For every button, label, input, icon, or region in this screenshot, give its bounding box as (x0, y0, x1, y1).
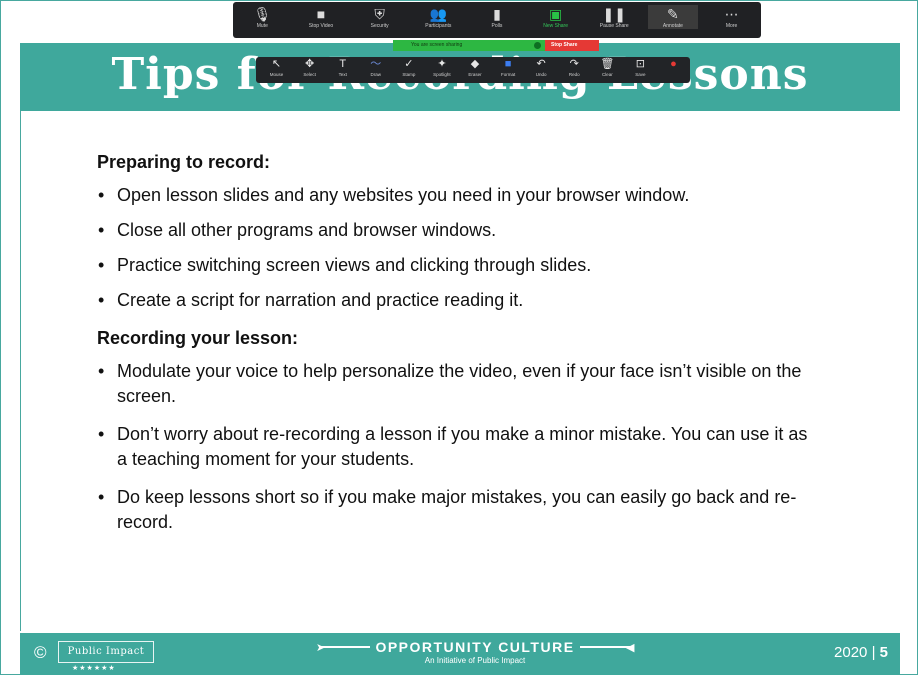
close-icon: ● (670, 58, 677, 70)
undo-icon: ↶ (536, 58, 546, 70)
logo-stars: ★★★★★★ (72, 665, 116, 672)
stamp-label: Stamp (402, 72, 416, 77)
mouse-pointer-icon: ↖ (271, 58, 282, 70)
new-share-button[interactable]: ▣ New Share (531, 5, 581, 29)
slide-footer: © Public Impact ★★★★★★ ➤ OPPORTUNITY CUL… (20, 633, 900, 675)
bullet-item: Close all other programs and browser win… (97, 218, 887, 243)
select-tool-button[interactable]: ✥ Select (293, 57, 326, 77)
footer-year: 2020 (834, 644, 868, 661)
eraser-tool-button[interactable]: ◆ Eraser (458, 57, 491, 77)
video-camera-icon: ■ (316, 6, 326, 22)
more-button[interactable]: ⋯ More (707, 5, 757, 29)
mute-label: Mute (256, 23, 268, 29)
section-heading-recording: Recording your lesson: (97, 328, 299, 348)
more-label: More (725, 23, 738, 29)
format-tool-button[interactable]: ■ Format (492, 57, 525, 77)
new-share-label: New Share (543, 23, 568, 29)
select-move-icon: ✥ (305, 58, 315, 70)
eraser-icon: ◆ (470, 58, 480, 70)
pencil-icon: ✎ (667, 6, 679, 22)
stop-video-label: Stop Video (308, 23, 334, 29)
redo-button[interactable]: ↷ Redo (558, 57, 591, 77)
public-impact-logo: Public Impact (58, 641, 154, 663)
participants-label: Participants (425, 23, 452, 29)
arrow-head-icon: ◀ (626, 642, 635, 654)
shield-icon: ⛨ (374, 6, 385, 22)
bullet-item: Modulate your voice to help personalize … (97, 359, 817, 409)
sharing-status-text: You are screen sharing (411, 42, 463, 48)
spotlight-tool-button[interactable]: ✦ Spotlight (425, 57, 458, 77)
mouse-tool-button[interactable]: ↖ Mouse (260, 57, 293, 77)
bullet-item: Create a script for narration and practi… (97, 288, 887, 313)
pause-icon: ❚❚ (602, 6, 626, 22)
save-label: Save (635, 72, 646, 77)
oc-subtitle: An Initiative of Public Impact (424, 656, 526, 665)
footer-separator: | (871, 644, 876, 661)
pause-share-label: Pause Share (599, 23, 629, 29)
spotlight-label: Spotlight (433, 72, 451, 77)
draw-tool-button[interactable]: 〜 Draw (359, 57, 392, 77)
sharing-indicator-icon (534, 42, 541, 49)
select-label: Select (303, 72, 316, 77)
annotate-label: Annotate (662, 23, 683, 29)
zoom-meeting-toolbar: 🎙 Mute ■ Stop Video ⛨ Security 👥 Partici… (233, 2, 761, 38)
microphone-icon: 🎙 (253, 6, 272, 22)
bullet-item: Don’t worry about re-recording a lesson … (97, 422, 817, 472)
format-color-icon: ■ (504, 58, 512, 70)
undo-label: Undo (535, 72, 547, 77)
save-button[interactable]: ⊡ Save (624, 57, 657, 77)
more-dots-icon: ⋯ (724, 6, 739, 22)
security-button[interactable]: ⛨ Security (355, 5, 405, 29)
copyright-symbol: © (34, 643, 47, 662)
bullet-list-recording: Modulate your voice to help personalize … (97, 359, 887, 535)
presentation-slide: Tips for Recording Lessons Preparing to … (0, 0, 918, 675)
security-label: Security (370, 23, 389, 29)
text-icon: T (339, 58, 347, 70)
stop-share-label: Stop Share (551, 42, 578, 48)
clear-label: Clear (601, 72, 613, 77)
participants-icon: 👥 (429, 6, 448, 22)
page-number: 2020 | 5 (834, 644, 888, 661)
mouse-label: Mouse (269, 72, 284, 77)
footer-page: 5 (879, 644, 888, 661)
bullet-item: Practice switching screen views and clic… (97, 253, 887, 278)
spotlight-icon: ✦ (437, 58, 447, 70)
bullet-item: Do keep lessons short so if you make maj… (97, 485, 817, 535)
bullet-list-preparing: Open lesson slides and any websites you … (97, 183, 887, 313)
opportunity-culture-logo: OPPORTUNITY CULTURE An Initiative of Pub… (310, 639, 640, 665)
draw-label: Draw (370, 72, 382, 77)
bullet-item: Open lesson slides and any websites you … (97, 183, 887, 208)
stop-video-button[interactable]: ■ Stop Video (296, 5, 346, 29)
text-label: Text (338, 72, 347, 77)
share-screen-icon: ▣ (548, 6, 563, 22)
eraser-label: Eraser (468, 72, 482, 77)
stop-share-button[interactable]: Stop Share (545, 40, 599, 51)
text-tool-button[interactable]: T Text (326, 57, 359, 77)
annotation-toolbar: ↖ Mouse ✥ Select T Text 〜 Draw ✓ Stamp ✦… (256, 57, 690, 83)
format-label: Format (500, 72, 516, 77)
checkmark-stamp-icon: ✓ (404, 58, 414, 70)
clear-button[interactable]: 🗑 Clear (591, 57, 624, 77)
arrow-right-line (580, 646, 630, 648)
mute-button[interactable]: 🎙 Mute (237, 5, 287, 29)
redo-icon: ↷ (569, 58, 579, 70)
close-annotation-button[interactable]: ● (657, 57, 690, 72)
save-icon: ⊡ (635, 58, 645, 70)
pause-share-button[interactable]: ❚❚ Pause Share (589, 5, 639, 29)
section-heading-preparing: Preparing to record: (97, 152, 271, 172)
slide-content: Preparing to record: Open lesson slides … (97, 151, 887, 548)
polls-label: Polls (491, 23, 503, 29)
poll-chart-icon: ▮ (493, 6, 501, 22)
annotate-button[interactable]: ✎ Annotate (647, 5, 698, 29)
participants-button[interactable]: 👥 Participants (413, 5, 463, 29)
slide-left-border (20, 111, 21, 631)
stamp-tool-button[interactable]: ✓ Stamp (392, 57, 425, 77)
draw-squiggle-icon: 〜 (370, 58, 382, 70)
undo-button[interactable]: ↶ Undo (525, 57, 558, 77)
trash-icon: 🗑 (600, 58, 615, 70)
polls-button[interactable]: ▮ Polls (472, 5, 522, 29)
redo-label: Redo (568, 72, 580, 77)
screen-sharing-status: You are screen sharing (393, 40, 545, 51)
